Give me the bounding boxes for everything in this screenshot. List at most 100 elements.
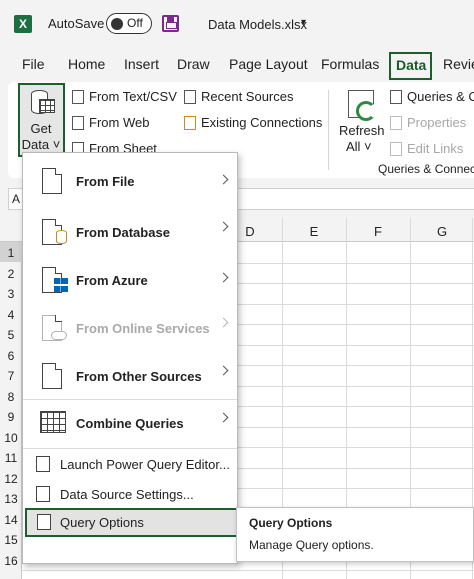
menu-item-launch-power-query-editor[interactable]: Launch Power Query Editor... — [23, 449, 237, 479]
chevron-right-icon — [218, 272, 229, 283]
chevron-right-icon — [218, 365, 229, 376]
row-header[interactable]: 10 — [0, 431, 22, 445]
existing-connections-button[interactable]: Existing Connections — [201, 115, 322, 130]
menu-label: Combine Queries — [76, 416, 184, 431]
tooltip-description: Manage Query options. — [249, 538, 374, 552]
ribbon-tabs: File Home Insert Draw Page Layout Formul… — [0, 52, 474, 80]
autosave-toggle[interactable]: Off — [106, 13, 152, 34]
tab-page-layout[interactable]: Page Layout — [229, 56, 308, 72]
tab-file[interactable]: File — [22, 56, 45, 72]
chevron-down-icon[interactable]: ▾ — [301, 17, 306, 28]
row-divider — [22, 570, 474, 571]
menu-label: From Other Sources — [76, 369, 202, 384]
menu-label: From File — [76, 174, 135, 189]
ribbon-separator — [328, 90, 329, 170]
menu-label: From Database — [76, 225, 170, 240]
menu-label: Query Options — [60, 515, 144, 530]
menu-item-from-other-sources[interactable]: From Other Sources — [23, 353, 237, 401]
tab-home[interactable]: Home — [68, 56, 105, 72]
tooltip-title: Query Options — [249, 516, 333, 530]
web-icon — [72, 116, 84, 130]
chevron-right-icon — [218, 317, 229, 328]
autosave-label: AutoSave — [48, 16, 105, 31]
row-header[interactable]: 8 — [0, 390, 22, 404]
menu-item-query-options[interactable]: Query Options — [25, 508, 238, 537]
row-header[interactable]: 1 — [0, 246, 22, 260]
row-header[interactable]: 16 — [0, 554, 22, 568]
recent-sources-button[interactable]: Recent Sources — [201, 89, 294, 104]
refresh-icon — [356, 101, 376, 121]
group-label-queries: Queries & Connecti — [378, 162, 474, 176]
file-name[interactable]: Data Models.xlsx — [208, 17, 307, 32]
row-header[interactable]: 6 — [0, 349, 22, 363]
row-header[interactable]: 15 — [0, 533, 22, 547]
menu-item-from-database[interactable]: From Database — [23, 209, 237, 257]
database-icon — [56, 230, 67, 244]
get-data-label-caret: Data ˅ — [21, 137, 61, 152]
tab-draw[interactable]: Draw — [177, 56, 210, 72]
row-header[interactable]: 3 — [0, 287, 22, 301]
menu-item-from-azure[interactable]: From Azure — [23, 257, 237, 305]
existing-connections-icon — [184, 116, 196, 130]
chevron-right-icon — [218, 412, 229, 423]
get-data-label: Get — [30, 121, 52, 136]
title-bar: X AutoSave Off Data Models.xlsx ▾ — [0, 0, 474, 48]
get-data-button[interactable]: Get Data ˅ — [18, 83, 65, 157]
row-header[interactable]: 11 — [0, 451, 22, 465]
menu-label: From Azure — [76, 273, 148, 288]
edit-links-button[interactable]: Edit Links — [407, 141, 463, 156]
tab-data[interactable]: Data — [389, 52, 432, 80]
azure-windows-icon — [54, 278, 68, 292]
row-header[interactable]: 12 — [0, 472, 22, 486]
formula-bar[interactable] — [236, 188, 474, 210]
autosave-state: Off — [127, 16, 143, 30]
power-query-editor-icon — [36, 456, 50, 472]
menu-label: Launch Power Query Editor... — [60, 457, 230, 472]
row-header[interactable]: 2 — [0, 267, 22, 281]
refresh-all-caret[interactable]: All ˅ — [346, 139, 372, 154]
column-header-f[interactable]: F — [368, 224, 388, 239]
save-icon[interactable] — [162, 15, 179, 32]
tab-review[interactable]: Revie — [443, 56, 474, 72]
data-source-settings-icon — [36, 486, 50, 502]
menu-label: Data Source Settings... — [60, 487, 194, 502]
other-sources-doc-icon — [42, 363, 62, 389]
column-header-e[interactable]: E — [304, 224, 324, 239]
properties-icon — [390, 116, 402, 130]
file-icon — [42, 168, 62, 194]
cloud-icon — [51, 331, 67, 340]
column-header-g[interactable]: G — [432, 224, 452, 239]
menu-item-combine-queries[interactable]: Combine Queries — [23, 400, 237, 448]
row-header[interactable]: 4 — [0, 308, 22, 322]
tab-insert[interactable]: Insert — [124, 56, 159, 72]
row-header[interactable]: 9 — [0, 410, 22, 424]
row-header[interactable]: 5 — [0, 328, 22, 342]
toggle-knob — [111, 17, 123, 30]
tab-formulas[interactable]: Formulas — [321, 56, 379, 72]
queries-connections-icon — [390, 90, 402, 104]
from-text-csv-button[interactable]: From Text/CSV — [89, 89, 177, 104]
refresh-all-button[interactable]: Refresh — [339, 123, 385, 138]
column-header-d[interactable]: D — [240, 224, 260, 239]
row-header[interactable]: 7 — [0, 369, 22, 383]
queries-connections-button[interactable]: Queries & Co — [407, 89, 474, 104]
get-data-menu: From File From Database From Azure From … — [22, 152, 238, 564]
text-csv-icon — [72, 90, 84, 104]
chevron-right-icon — [218, 221, 229, 232]
chevron-right-icon — [218, 174, 229, 185]
menu-item-from-online-services[interactable]: From Online Services — [23, 305, 237, 353]
row-header[interactable]: 14 — [0, 513, 22, 527]
menu-item-data-source-settings[interactable]: Data Source Settings... — [23, 479, 237, 509]
from-web-button[interactable]: From Web — [89, 115, 149, 130]
row-header[interactable]: 13 — [0, 492, 22, 506]
tab-data-label: Data — [396, 57, 427, 73]
menu-item-from-file[interactable]: From File — [23, 153, 237, 209]
combine-queries-icon — [40, 411, 66, 433]
excel-logo-icon: X — [14, 15, 32, 33]
query-options-icon — [37, 514, 51, 530]
menu-label: From Online Services — [76, 321, 210, 336]
edit-links-icon — [390, 142, 402, 156]
query-options-tooltip: Query Options Manage Query options. — [236, 507, 474, 562]
recent-sources-icon — [184, 90, 196, 104]
properties-button[interactable]: Properties — [407, 115, 466, 130]
